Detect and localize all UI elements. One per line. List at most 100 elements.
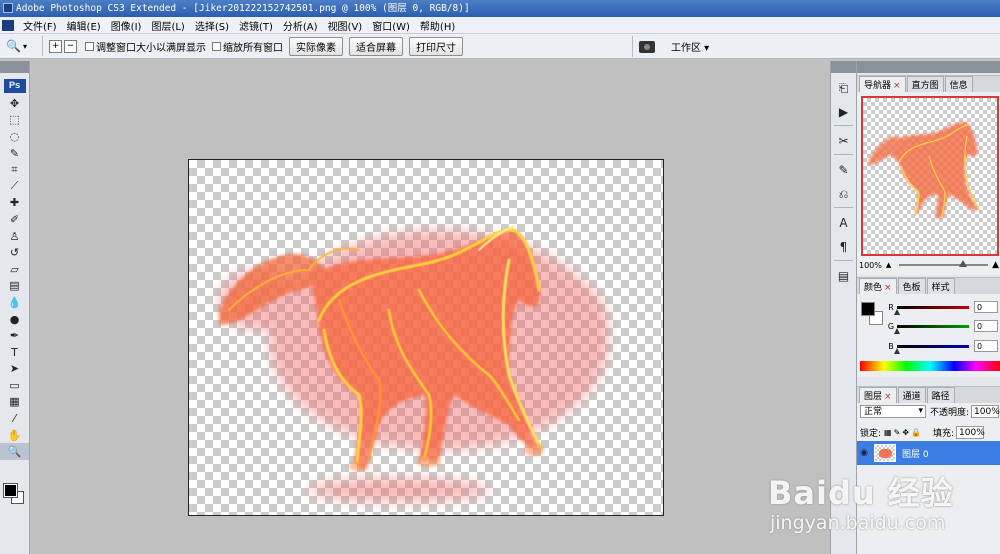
navigator-zoom-slider[interactable] xyxy=(899,260,989,267)
channel-slider-thumb[interactable] xyxy=(894,327,900,334)
move-tool-icon[interactable]: ✥ xyxy=(0,95,29,112)
menu-select[interactable]: 选择(S) xyxy=(190,18,234,33)
toolbox-grip[interactable] xyxy=(0,61,29,73)
zoom-tool-icon[interactable]: 🔍 xyxy=(0,443,29,461)
strip-grip[interactable] xyxy=(831,61,856,73)
eye-icon[interactable]: ◉ xyxy=(857,448,871,458)
layer-row[interactable]: ◉ 图层 0 xyxy=(857,441,1000,465)
channel-slider[interactable] xyxy=(894,324,969,334)
mountain-large-icon[interactable]: ▲ xyxy=(992,260,999,270)
healing-brush-tool-icon[interactable]: ✚ xyxy=(0,195,29,212)
resize-windows-checkbox[interactable]: 调整窗口大小以满屏显示 xyxy=(85,39,206,54)
tab-paths[interactable]: 路径 xyxy=(926,387,955,403)
ps-logo[interactable]: Ps xyxy=(3,79,26,93)
menu-layer[interactable]: 图层(L) xyxy=(146,18,189,33)
pen-tool-icon[interactable]: ✒ xyxy=(0,327,29,344)
zoom-all-windows-checkbox[interactable]: 缩放所有窗口 xyxy=(212,39,283,54)
character-icon[interactable]: A xyxy=(835,214,853,232)
workspace-menu[interactable]: 工作区 ▾ xyxy=(671,39,709,54)
brushes-icon[interactable]: ✎ xyxy=(835,161,853,179)
canvas-area[interactable] xyxy=(31,60,830,554)
tab-swatches[interactable]: 色板 xyxy=(897,278,926,294)
channel-value-input[interactable]: 0 xyxy=(974,301,998,313)
actions-icon[interactable]: ▶ xyxy=(835,103,853,121)
close-icon[interactable]: × xyxy=(884,283,892,293)
menu-file[interactable]: 文件(F) xyxy=(18,18,62,33)
menu-edit[interactable]: 编辑(E) xyxy=(62,18,106,33)
clone-stamp-tool-icon[interactable]: ♙ xyxy=(0,228,29,245)
tab-styles[interactable]: 样式 xyxy=(926,278,955,294)
menu-analysis[interactable]: 分析(A) xyxy=(278,18,323,33)
blend-mode-select[interactable]: 正常 xyxy=(860,405,926,418)
zoom-out-icon[interactable]: − xyxy=(64,39,77,53)
eraser-tool-icon[interactable]: ▱ xyxy=(0,261,29,278)
hand-tool-icon[interactable]: ✋ xyxy=(0,427,29,444)
tool-preset-picker[interactable]: 🔍 ▾ xyxy=(6,39,36,53)
channel-slider[interactable] xyxy=(894,305,969,315)
tab-layers[interactable]: 图层 × xyxy=(859,387,897,403)
menu-window[interactable]: 窗口(W) xyxy=(367,18,415,33)
tab-color[interactable]: 颜色 × xyxy=(859,278,897,294)
channel-value-input[interactable]: 0 xyxy=(974,340,998,352)
brush-tool-icon[interactable]: ✐ xyxy=(0,211,29,228)
close-icon[interactable]: × xyxy=(893,81,901,91)
checkbox-box[interactable] xyxy=(85,41,94,51)
lock-transparency-icon[interactable]: ▦ xyxy=(884,428,892,437)
close-icon[interactable]: × xyxy=(884,392,892,402)
channel-slider-thumb[interactable] xyxy=(894,347,900,354)
print-size-button[interactable]: 打印尺寸 xyxy=(409,36,463,56)
foreground-color-swatch[interactable] xyxy=(3,483,18,498)
eyedropper-tool-icon[interactable]: ⁄ xyxy=(0,410,29,427)
clone-source-icon[interactable]: ⎌ xyxy=(835,185,853,203)
panels-grip[interactable] xyxy=(857,61,1000,73)
blur-tool-icon[interactable]: 💧 xyxy=(0,294,29,311)
notes-tool-icon[interactable]: ▦ xyxy=(0,394,29,411)
mountain-small-icon[interactable]: ▲ xyxy=(886,261,891,269)
checkbox-box[interactable] xyxy=(212,41,221,51)
gradient-tool-icon[interactable]: ▤ xyxy=(0,278,29,295)
navigator-zoom-value[interactable]: 100% xyxy=(859,261,882,270)
quick-select-tool-icon[interactable]: ✎ xyxy=(0,145,29,162)
path-select-tool-icon[interactable]: ➤ xyxy=(0,361,29,378)
lasso-tool-icon[interactable]: ◌ xyxy=(0,128,29,145)
tab-channels[interactable]: 通道 xyxy=(897,387,926,403)
channel-slider-thumb[interactable] xyxy=(894,308,900,315)
fit-screen-button[interactable]: 适合屏幕 xyxy=(349,36,403,56)
layer-comps-icon[interactable]: ▤ xyxy=(835,267,853,285)
menu-image[interactable]: 图像(I) xyxy=(106,18,147,33)
opacity-input[interactable]: 100% xyxy=(971,405,1000,418)
history-brush-tool-icon[interactable]: ↺ xyxy=(0,244,29,261)
tool-presets-icon[interactable]: ✂ xyxy=(835,132,853,150)
shape-tool-icon[interactable]: ▭ xyxy=(0,377,29,394)
lock-position-icon[interactable]: ✥ xyxy=(902,428,909,437)
dodge-tool-icon[interactable]: ● xyxy=(0,311,29,328)
slider-thumb[interactable] xyxy=(959,260,968,267)
channel-value-input[interactable]: 0 xyxy=(974,320,998,332)
channel-slider[interactable] xyxy=(894,344,969,354)
history-icon[interactable]: ⎗ xyxy=(835,79,853,97)
zoom-in-icon[interactable]: + xyxy=(49,39,62,53)
type-tool-icon[interactable]: T xyxy=(0,344,29,361)
bridge-camera-icon[interactable] xyxy=(639,40,655,53)
opacity-label: 不透明度: xyxy=(930,408,970,418)
crop-tool-icon[interactable]: ⌗ xyxy=(0,161,29,178)
actual-pixels-button[interactable]: 实际像素 xyxy=(289,36,343,56)
menu-help[interactable]: 帮助(H) xyxy=(415,18,460,33)
layer-name[interactable]: 图层 0 xyxy=(902,447,929,460)
menu-view[interactable]: 视图(V) xyxy=(323,18,368,33)
menu-filter[interactable]: 滤镜(T) xyxy=(234,18,278,33)
navigator-preview[interactable] xyxy=(861,96,999,256)
tab-histogram[interactable]: 直方图 xyxy=(906,76,944,92)
lock-image-icon[interactable]: ✎ xyxy=(894,428,901,437)
slice-tool-icon[interactable]: ⟋ xyxy=(0,178,29,195)
divider xyxy=(834,154,853,155)
ps-menu-icon[interactable] xyxy=(2,20,14,31)
paragraph-icon[interactable]: ¶ xyxy=(835,238,853,256)
marquee-tool-icon[interactable]: ⬚ xyxy=(0,112,29,129)
tab-navigator[interactable]: 导航器 × xyxy=(859,76,906,92)
document-canvas[interactable] xyxy=(188,159,664,516)
lock-all-icon[interactable]: 🔒 xyxy=(911,428,921,437)
fill-input[interactable]: 100% xyxy=(956,426,985,439)
tab-info[interactable]: 信息 xyxy=(944,76,973,92)
color-spectrum-bar[interactable] xyxy=(860,361,1000,371)
